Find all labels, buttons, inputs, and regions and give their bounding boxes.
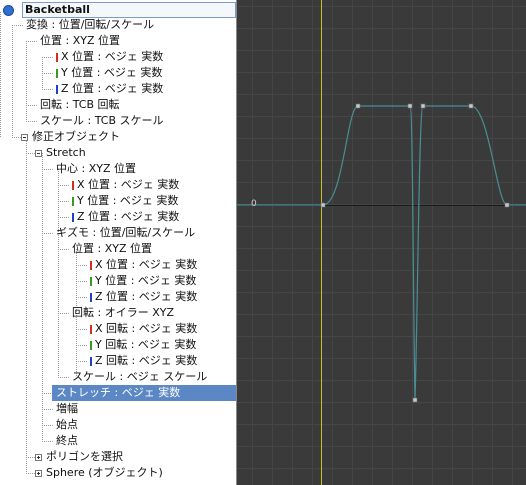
tree-item[interactable]: Z 位置 : ベジェ 実数 (75, 209, 181, 225)
curve-key-point[interactable] (412, 397, 418, 403)
expand-plus-icon[interactable] (35, 454, 42, 461)
function-curve-graph[interactable]: 0 (237, 0, 526, 485)
tree-item-label: 増幅 (56, 402, 78, 415)
tree-item-label: X 位置 : ベジェ 実数 (95, 258, 198, 271)
curve-key-point[interactable] (504, 202, 510, 208)
x-axis-color-icon (90, 261, 92, 270)
tree-item[interactable]: 位置 : XYZ 位置 (38, 33, 122, 49)
tree-item[interactable]: 回転 : オイラー XYZ (70, 305, 176, 321)
tree-item-label: 始点 (56, 418, 78, 431)
z-axis-color-icon (90, 357, 92, 366)
tree-item-label: 変換 : 位置/回転/スケール (26, 18, 155, 31)
tree-item-label: Z 位置 : ベジェ 実数 (61, 82, 164, 95)
curve-key-point[interactable] (320, 202, 326, 208)
y-axis-color-icon (56, 69, 58, 78)
tree-item[interactable]: 中心 : XYZ 位置 (54, 161, 138, 177)
x-axis-color-icon (90, 325, 92, 334)
tree-item[interactable]: Z 回転 : ベジェ 実数 (93, 353, 199, 369)
tree-item-label: Y 回転 : ベジェ 実数 (95, 338, 197, 351)
tree-item[interactable]: 終点 (54, 433, 80, 449)
tree-item[interactable]: Z 位置 : ベジェ 実数 (93, 289, 199, 305)
tree-item-label: スケール : TCB スケール (40, 114, 164, 127)
tree-item-label: Y 位置 : ベジェ 実数 (61, 66, 163, 79)
curve-graph-canvas[interactable] (237, 0, 526, 485)
tree-item[interactable]: 始点 (54, 417, 80, 433)
tree-item[interactable]: Y 位置 : ベジェ 実数 (59, 65, 164, 81)
y-axis-color-icon (90, 341, 92, 350)
x-axis-color-icon (72, 181, 74, 190)
tree-item[interactable]: スケール : ベジェ スケール (70, 369, 209, 385)
x-axis-color-icon (56, 53, 58, 62)
tree-item-label: 回転 : オイラー XYZ (72, 306, 174, 319)
tree-item[interactable]: 増幅 (54, 401, 80, 417)
tree-item-label: Z 回転 : ベジェ 実数 (95, 354, 198, 367)
tree-item[interactable]: Z 位置 : ベジェ 実数 (59, 81, 165, 97)
tree-item[interactable]: ストレッチ : ベジェ 実数 (52, 385, 236, 401)
tree-item-label: Y 位置 : ベジェ 実数 (77, 194, 179, 207)
stretch-function-curve (237, 105, 526, 401)
tree-item-label: Sphere (オブジェクト) (46, 466, 163, 479)
z-axis-color-icon (72, 213, 74, 222)
z-axis-color-icon (90, 293, 92, 302)
tree-root-object[interactable]: Backetball (22, 2, 236, 18)
tree-item[interactable]: Stretch (44, 145, 88, 161)
tree-item-label: 回転 : TCB 回転 (40, 98, 120, 111)
tree-item[interactable]: X 位置 : ベジェ 実数 (93, 257, 199, 273)
tree-item[interactable]: X 位置 : ベジェ 実数 (59, 49, 165, 65)
z-axis-color-icon (56, 85, 58, 94)
collapse-minus-icon[interactable] (35, 150, 42, 157)
curve-key-point[interactable] (468, 103, 474, 109)
tree-item[interactable]: 修正オブジェクト (30, 129, 122, 145)
tree-item[interactable]: X 回転 : ベジェ 実数 (93, 321, 199, 337)
tree-item-label: 位置 : XYZ 位置 (72, 242, 152, 255)
tree-item-label: X 位置 : ベジェ 実数 (77, 178, 180, 191)
curve-key-point[interactable] (355, 103, 361, 109)
expand-plus-icon[interactable] (35, 470, 42, 477)
tree-item[interactable]: X 位置 : ベジェ 実数 (75, 177, 181, 193)
tree-item-label: X 回転 : ベジェ 実数 (95, 322, 198, 335)
tree-item-label: 位置 : XYZ 位置 (40, 34, 120, 47)
tree-item[interactable]: Sphere (オブジェクト) (44, 465, 165, 481)
tree-item[interactable]: Y 回転 : ベジェ 実数 (93, 337, 198, 353)
tree-item-label: 終点 (56, 434, 78, 447)
y-axis-color-icon (90, 277, 92, 286)
tree-item-label: Stretch (46, 146, 86, 159)
tree-item[interactable]: Y 位置 : ベジェ 実数 (93, 273, 198, 289)
tree-item[interactable]: ギズモ : 位置/回転/スケール (54, 225, 197, 241)
tree-item[interactable]: 位置 : XYZ 位置 (70, 241, 154, 257)
collapse-minus-icon[interactable] (21, 134, 28, 141)
tree-item[interactable]: 変換 : 位置/回転/スケール (24, 17, 156, 33)
tree-item-label: スケール : ベジェ スケール (72, 370, 208, 383)
tree-item[interactable]: 回転 : TCB 回転 (38, 97, 122, 113)
object-root-icon[interactable] (3, 5, 14, 16)
tree-item-label: Y 位置 : ベジェ 実数 (95, 274, 197, 287)
tree-item[interactable]: スケール : TCB スケール (38, 113, 166, 129)
tree-item-label: X 位置 : ベジェ 実数 (61, 50, 164, 63)
tree-item-label: 修正オブジェクト (32, 130, 120, 143)
tree-item-label: Z 位置 : ベジェ 実数 (77, 210, 180, 223)
tree-item-label: Z 位置 : ベジェ 実数 (95, 290, 198, 303)
tree-item-label: ストレッチ : ベジェ 実数 (56, 386, 181, 399)
tree-item-label: ポリゴンを選択 (46, 450, 123, 463)
tree-item[interactable]: ポリゴンを選択 (44, 449, 125, 465)
y-axis-color-icon (72, 197, 74, 206)
curve-key-point[interactable] (407, 103, 413, 109)
tree-item-label: 中心 : XYZ 位置 (56, 162, 136, 175)
controller-tree-panel: Backetball 変換 : 位置/回転/スケール位置 : XYZ 位置 X 位… (0, 0, 237, 485)
tree-item[interactable]: Y 位置 : ベジェ 実数 (75, 193, 180, 209)
tree-item-label: ギズモ : 位置/回転/スケール (56, 226, 196, 239)
curve-key-point[interactable] (420, 103, 426, 109)
zero-value-label: 0 (251, 199, 257, 209)
